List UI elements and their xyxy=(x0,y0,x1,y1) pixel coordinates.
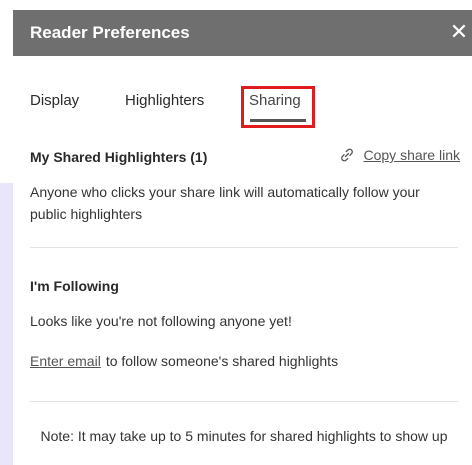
enter-email-description: to follow someone's shared highlights xyxy=(105,353,339,369)
section-divider xyxy=(30,401,458,402)
copy-share-link-label[interactable]: Copy share link xyxy=(364,147,461,163)
dialog-title: Reader Preferences xyxy=(30,23,190,42)
screenshot-frame: Reader Preferences ✕ Display Highlighter… xyxy=(0,0,472,465)
link-icon xyxy=(340,148,353,162)
shared-highlighters-heading: My Shared Highlighters (1) xyxy=(30,149,208,165)
reader-preferences-dialog: Reader Preferences ✕ Display Highlighter… xyxy=(13,0,472,465)
tab-bar: Display Highlighters Sharing xyxy=(13,86,472,126)
following-heading: I'm Following xyxy=(30,278,119,294)
section-divider xyxy=(30,247,458,248)
tab-display[interactable]: Display xyxy=(30,92,79,109)
sharing-note: Note: It may take up to 5 minutes for sh… xyxy=(40,428,448,444)
following-status-text: Looks like you're not following anyone y… xyxy=(30,313,292,329)
enter-email-link[interactable]: Enter email xyxy=(30,353,101,369)
tab-sharing[interactable]: Sharing xyxy=(249,92,301,109)
active-tab-indicator xyxy=(250,119,306,122)
enter-email-row: Enter email to follow someone's shared hi… xyxy=(30,353,338,369)
dialog-titlebar: Reader Preferences ✕ xyxy=(13,10,472,56)
copy-share-link[interactable]: Copy share link xyxy=(339,147,461,163)
share-description: Anyone who clicks your share link will a… xyxy=(30,184,420,222)
tab-highlighters[interactable]: Highlighters xyxy=(125,92,204,109)
close-icon[interactable]: ✕ xyxy=(448,19,470,45)
background-strip xyxy=(0,183,13,465)
